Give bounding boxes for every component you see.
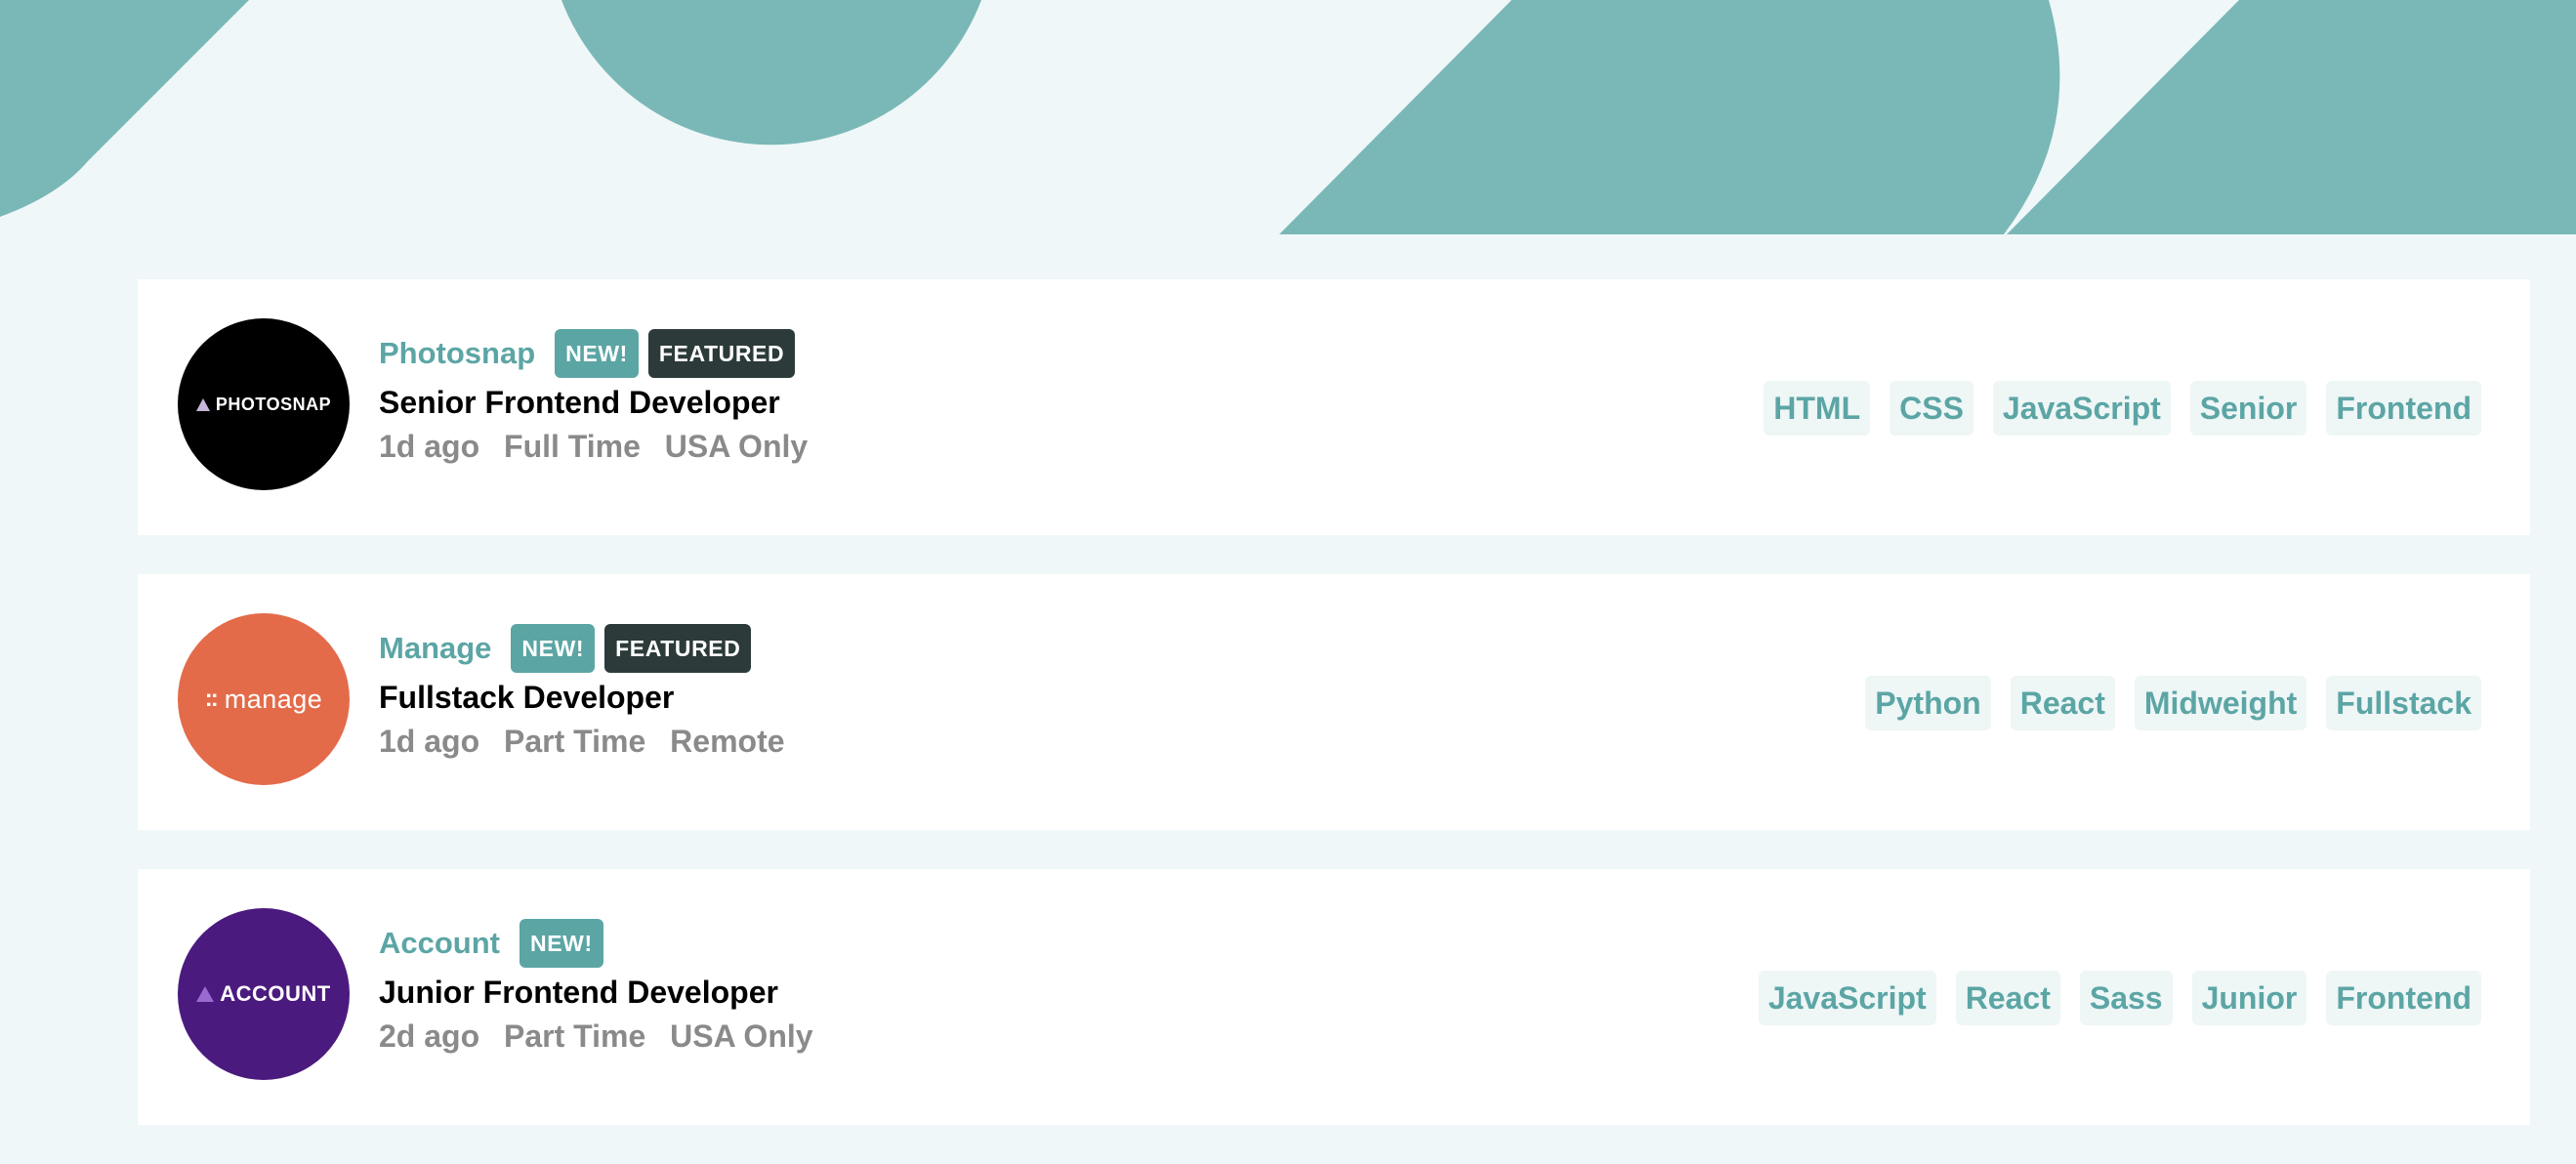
- company-logo: ACCOUNT: [178, 908, 350, 1080]
- header-pattern: [0, 0, 2576, 234]
- posted-at: 2d ago: [379, 1018, 480, 1054]
- header-banner: [0, 0, 2576, 234]
- posted-at: 1d ago: [379, 429, 480, 464]
- banner-shape-semicircle: [561, 0, 981, 146]
- company-logo: :: manage: [178, 613, 350, 785]
- job-location: USA Only: [664, 429, 809, 464]
- banner-shape-left: [0, 0, 249, 217]
- tag-filter[interactable]: React: [1955, 971, 2060, 1025]
- job-info: Account NEW! Junior Frontend Developer 2…: [379, 918, 829, 1055]
- job-tags: JavaScript React Sass Junior Frontend: [1758, 971, 2481, 1025]
- job-tags: Python React Midweight Fullstack: [1865, 676, 2481, 730]
- job-location: Remote: [670, 724, 785, 759]
- tag-filter[interactable]: Senior: [2189, 381, 2307, 436]
- posted-at: 1d ago: [379, 724, 480, 759]
- job-position[interactable]: Junior Frontend Developer: [379, 975, 829, 1011]
- job-header: Account NEW!: [379, 918, 829, 969]
- logo-text: ACCOUNT: [220, 981, 331, 1006]
- job-tags: HTML CSS JavaScript Senior Frontend: [1764, 381, 2481, 436]
- job-header: Manage NEW! FEATURED: [379, 623, 801, 674]
- logo-dots-icon: ::: [204, 686, 219, 712]
- tag-filter[interactable]: Midweight: [2134, 676, 2307, 730]
- banner-shape-center: [1279, 0, 2060, 234]
- job-list: PHOTOSNAP Photosnap NEW! FEATURED Senior…: [138, 279, 2530, 1164]
- tag-filter[interactable]: Python: [1865, 676, 1991, 730]
- tag-filter[interactable]: CSS: [1890, 381, 1974, 436]
- company-logo: PHOTOSNAP: [178, 318, 350, 490]
- tag-filter[interactable]: Frontend: [2326, 381, 2481, 436]
- featured-badge: FEATURED: [647, 329, 796, 378]
- tag-filter[interactable]: Fullstack: [2326, 676, 2481, 730]
- tag-filter[interactable]: JavaScript: [1758, 971, 1936, 1025]
- job-header: Photosnap NEW! FEATURED: [379, 328, 823, 379]
- new-badge: NEW!: [519, 919, 603, 968]
- job-position[interactable]: Senior Frontend Developer: [379, 385, 823, 421]
- company-name[interactable]: Manage: [379, 631, 491, 666]
- featured-badge: FEATURED: [604, 624, 752, 673]
- job-meta: 2d ago Part Time USA Only: [379, 1018, 829, 1055]
- tag-filter[interactable]: React: [2010, 676, 2115, 730]
- new-badge: NEW!: [511, 624, 596, 673]
- job-position[interactable]: Fullstack Developer: [379, 680, 801, 716]
- logo-triangle-icon: [196, 986, 215, 1002]
- tag-filter[interactable]: Frontend: [2326, 971, 2481, 1025]
- logo-text: PHOTOSNAP: [215, 394, 332, 414]
- job-card[interactable]: ACCOUNT Account NEW! Junior Frontend Dev…: [138, 869, 2530, 1125]
- tag-filter[interactable]: Junior: [2191, 971, 2307, 1025]
- job-info: Manage NEW! FEATURED Fullstack Developer…: [379, 623, 801, 760]
- tag-filter[interactable]: HTML: [1764, 381, 1871, 436]
- company-name[interactable]: Photosnap: [379, 336, 535, 371]
- contract-type: Part Time: [504, 1018, 646, 1054]
- job-card[interactable]: :: manage Manage NEW! FEATURED Fullstack…: [138, 574, 2530, 830]
- banner-shape-right: [2007, 0, 2576, 234]
- contract-type: Full Time: [504, 429, 641, 464]
- job-meta: 1d ago Full Time USA Only: [379, 429, 823, 465]
- new-badge: NEW!: [555, 329, 639, 378]
- job-meta: 1d ago Part Time Remote: [379, 724, 801, 760]
- company-name[interactable]: Account: [379, 926, 500, 961]
- contract-type: Part Time: [504, 724, 646, 759]
- job-info: Photosnap NEW! FEATURED Senior Frontend …: [379, 328, 823, 465]
- tag-filter[interactable]: JavaScript: [1992, 381, 2171, 436]
- job-card[interactable]: PHOTOSNAP Photosnap NEW! FEATURED Senior…: [138, 279, 2530, 535]
- logo-text: manage: [224, 684, 323, 714]
- job-location: USA Only: [670, 1018, 813, 1054]
- logo-triangle-icon: [195, 397, 210, 411]
- tag-filter[interactable]: Sass: [2079, 971, 2173, 1025]
